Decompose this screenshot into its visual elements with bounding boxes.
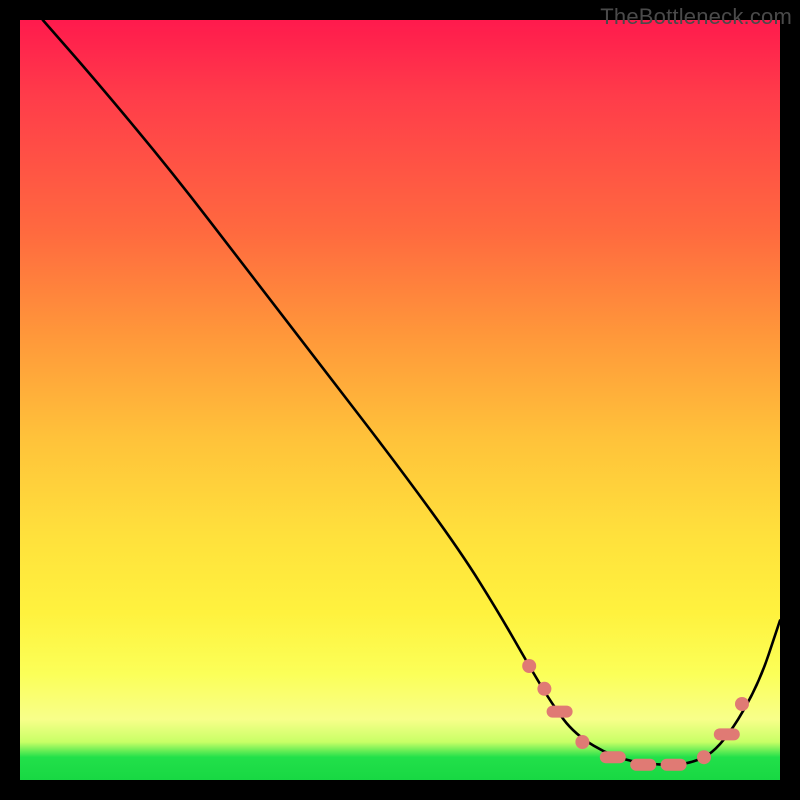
marker-dot	[697, 750, 711, 764]
marker-dot	[735, 697, 749, 711]
marker-dash	[600, 751, 626, 763]
marker-dash	[661, 759, 687, 771]
chart-frame: TheBottleneck.com	[0, 0, 800, 800]
marker-dot	[522, 659, 536, 673]
marker-dash	[714, 728, 740, 740]
marker-dash	[630, 759, 656, 771]
plot-area	[20, 20, 780, 780]
curve-layer	[43, 20, 780, 765]
watermark-text: TheBottleneck.com	[600, 4, 792, 30]
marker-dot	[537, 682, 551, 696]
marker-dash	[547, 706, 573, 718]
chart-svg	[20, 20, 780, 780]
marker-layer	[522, 659, 749, 771]
marker-dot	[575, 735, 589, 749]
bottleneck-curve	[43, 20, 780, 765]
